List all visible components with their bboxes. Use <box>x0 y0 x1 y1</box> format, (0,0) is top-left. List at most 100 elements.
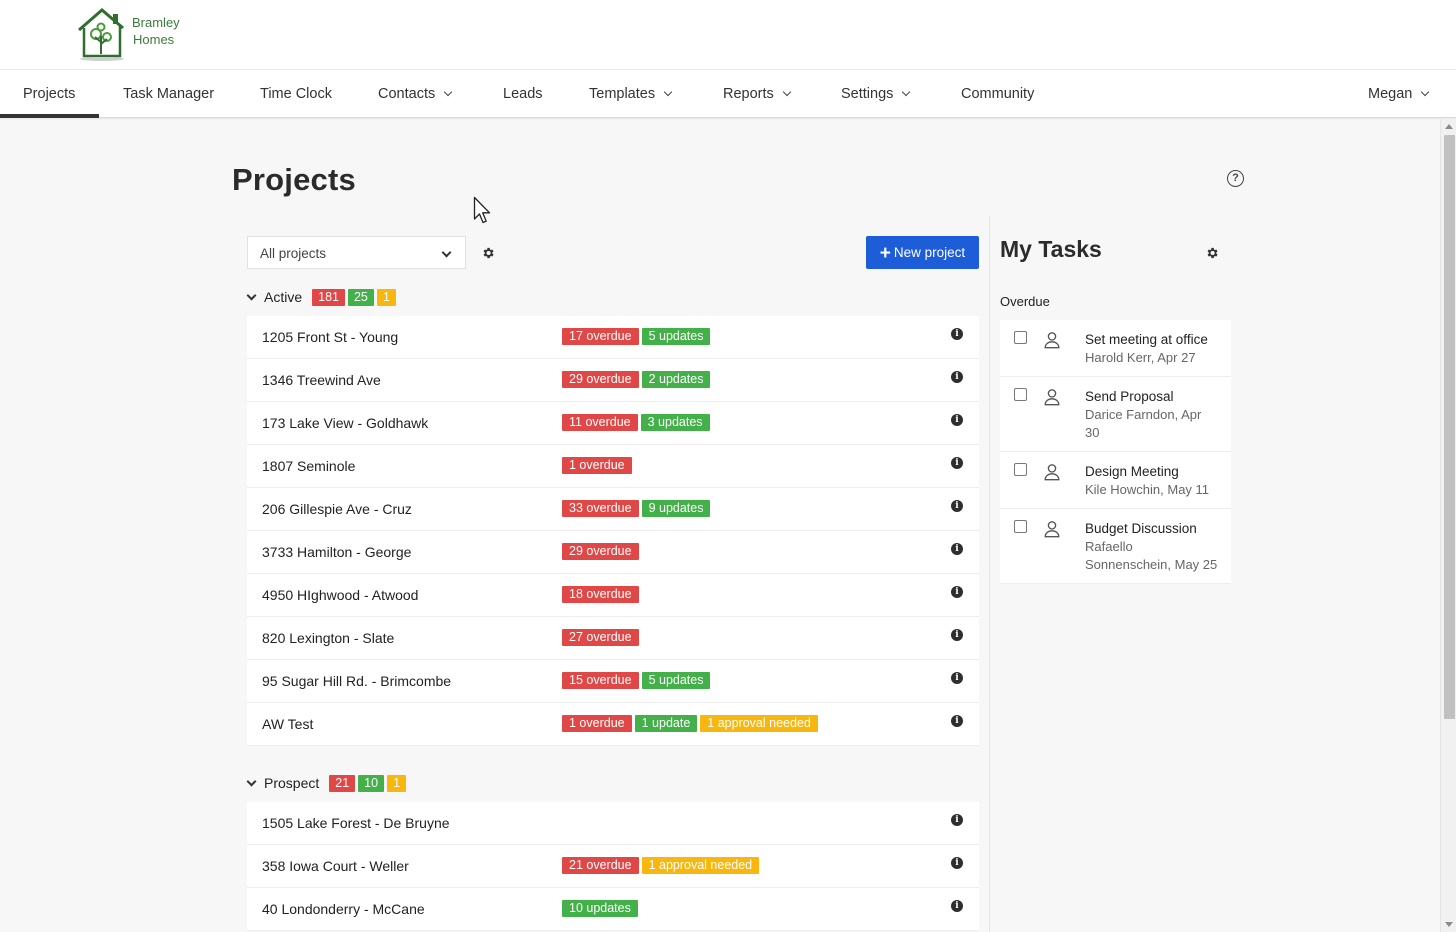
plus-icon: + <box>879 243 891 264</box>
task-checkbox[interactable] <box>1014 331 1027 344</box>
nav-leads-label: Leads <box>503 86 543 102</box>
nav-settings[interactable]: Settings <box>841 70 911 118</box>
task-item[interactable]: Set meeting at office Harold Kerr, Apr 2… <box>1000 320 1231 377</box>
approval-badge: 1 approval needed <box>641 857 760 874</box>
new-project-label: New project <box>893 245 966 260</box>
nav-templates-label: Templates <box>589 86 656 102</box>
nav-community[interactable]: Community <box>961 70 1034 118</box>
group-header-prospect[interactable]: Prospect 21 10 1 <box>246 774 409 792</box>
my-tasks-settings-gear-icon[interactable] <box>1205 246 1219 260</box>
info-icon[interactable]: i <box>951 715 963 727</box>
project-name: 820 Lexington - Slate <box>262 630 395 646</box>
person-icon <box>1044 521 1060 538</box>
help-icon[interactable]: ? <box>1227 170 1244 187</box>
project-row[interactable]: 1505 Lake Forest - De Bruyne i <box>247 802 979 845</box>
task-checkbox[interactable] <box>1014 520 1027 533</box>
overdue-badge: 17 overdue <box>562 328 639 345</box>
overdue-badge: 18 overdue <box>562 586 639 603</box>
user-name: Megan <box>1368 86 1413 102</box>
group-overdue-count: 21 <box>329 774 356 792</box>
info-icon[interactable]: i <box>951 371 963 383</box>
nav-templates[interactable]: Templates <box>589 70 673 118</box>
overdue-badge: 29 overdue <box>562 371 639 388</box>
nav-task-manager[interactable]: Task Manager <box>123 70 214 118</box>
nav-leads[interactable]: Leads <box>503 70 543 118</box>
info-icon[interactable]: i <box>951 814 963 826</box>
project-row[interactable]: 820 Lexington - Slate 27 overdue i <box>247 617 979 660</box>
task-item[interactable]: Send Proposal Darice Farndon, Apr 30 <box>1000 377 1231 452</box>
project-name: 3733 Hamilton - George <box>262 544 412 560</box>
nav-task-manager-label: Task Manager <box>123 86 215 102</box>
chevron-down-icon <box>246 776 257 786</box>
my-tasks-title: My Tasks <box>1000 236 1102 262</box>
project-row[interactable]: 358 Iowa Court - Weller 21 overdue 1 appr… <box>247 845 979 888</box>
project-row[interactable]: 95 Sugar Hill Rd. - Brimcombe 15 overdue… <box>247 660 979 703</box>
info-icon[interactable]: i <box>951 629 963 641</box>
task-item[interactable]: Budget Discussion Rafaello Sonnenschein,… <box>1000 509 1231 584</box>
project-row[interactable]: 1346 Treewind Ave 29 overdue 2 updates i <box>247 359 979 402</box>
info-icon[interactable]: i <box>951 500 963 512</box>
info-icon[interactable]: i <box>951 857 963 869</box>
project-name: 1505 Lake Forest - De Bruyne <box>262 815 450 831</box>
main-nav: Projects Task Manager Time Clock Contact… <box>0 70 1456 118</box>
info-icon[interactable]: i <box>951 414 963 426</box>
nav-community-label: Community <box>961 86 1035 102</box>
project-row[interactable]: 173 Lake View - Goldhawk 11 overdue 3 upd… <box>247 402 979 445</box>
group-name: Active <box>264 289 303 305</box>
task-title: Send Proposal <box>1085 389 1174 404</box>
nav-projects[interactable]: Projects <box>0 70 100 118</box>
project-row[interactable]: 3733 Hamilton - George 29 overdue i <box>247 531 979 574</box>
info-icon[interactable]: i <box>951 328 963 340</box>
project-row[interactable]: 206 Gillespie Ave - Cruz 33 overdue 9 upd… <box>247 488 979 531</box>
user-menu[interactable]: Megan <box>1368 70 1430 118</box>
project-row[interactable]: 1205 Front St - Young 17 overdue 5 update… <box>247 316 979 359</box>
chevron-down-icon <box>246 290 257 300</box>
project-row[interactable]: 40 Londonderry - McCane 10 updates i <box>247 888 979 931</box>
nav-contacts[interactable]: Contacts <box>378 70 453 118</box>
project-name: 206 Gillespie Ave - Cruz <box>262 501 412 517</box>
project-list-settings-gear-icon[interactable] <box>481 246 495 260</box>
nav-reports-label: Reports <box>723 86 774 102</box>
approval-badge: 1 approval needed <box>700 715 818 732</box>
person-icon <box>1044 332 1060 349</box>
info-icon[interactable]: i <box>951 457 963 469</box>
nav-reports[interactable]: Reports <box>723 70 792 118</box>
info-icon[interactable]: i <box>951 672 963 684</box>
project-name: 173 Lake View - Goldhawk <box>262 415 429 431</box>
nav-time-clock[interactable]: Time Clock <box>260 70 332 118</box>
task-checkbox[interactable] <box>1014 463 1027 476</box>
new-project-button[interactable]: + New project <box>866 236 979 269</box>
project-filter-select[interactable]: All projects <box>247 236 466 269</box>
project-name: 4950 HIghwood - Atwood <box>262 587 419 603</box>
updates-badge: 2 updates <box>641 371 711 388</box>
group-updates-count: 10 <box>358 774 385 792</box>
project-row[interactable]: 4950 HIghwood - Atwood 18 overdue i <box>247 574 979 617</box>
scroll-thumb[interactable] <box>1444 135 1455 719</box>
task-subtitle: Darice Farndon, Apr 30 <box>1085 407 1202 440</box>
task-title: Budget Discussion <box>1085 521 1197 536</box>
updates-badge: 10 updates <box>562 900 638 917</box>
info-icon[interactable]: i <box>951 586 963 598</box>
group-updates-count: 25 <box>347 288 374 306</box>
nav-contacts-label: Contacts <box>378 86 436 102</box>
chevron-down-icon <box>782 87 792 97</box>
task-list: Set meeting at office Harold Kerr, Apr 2… <box>1000 320 1231 584</box>
task-title: Design Meeting <box>1085 464 1179 479</box>
project-row[interactable]: 1807 Seminole 1 overdue i <box>247 445 979 488</box>
scroll-up-arrow-icon[interactable] <box>1445 124 1453 129</box>
info-icon[interactable]: i <box>951 900 963 912</box>
info-icon[interactable]: i <box>951 543 963 555</box>
group-header-active[interactable]: Active 181 25 1 <box>246 288 399 306</box>
chevron-down-icon <box>902 87 911 97</box>
overdue-badge: 29 overdue <box>562 543 639 560</box>
person-icon <box>1044 464 1060 481</box>
scroll-down-arrow-icon[interactable] <box>1445 922 1453 927</box>
task-item[interactable]: Design Meeting Kile Howchin, May 11 <box>1000 452 1231 509</box>
page-scrollbar[interactable] <box>1440 119 1456 932</box>
brand-name: Bramley Homes <box>132 14 180 48</box>
project-row[interactable]: AW Test 1 overdue 1 update 1 approval need… <box>247 703 979 746</box>
task-checkbox[interactable] <box>1014 388 1027 401</box>
brand-line-1: Bramley <box>132 15 180 30</box>
brand-logo[interactable]: Bramley Homes <box>76 6 186 62</box>
updates-badge: 1 update <box>634 715 698 732</box>
